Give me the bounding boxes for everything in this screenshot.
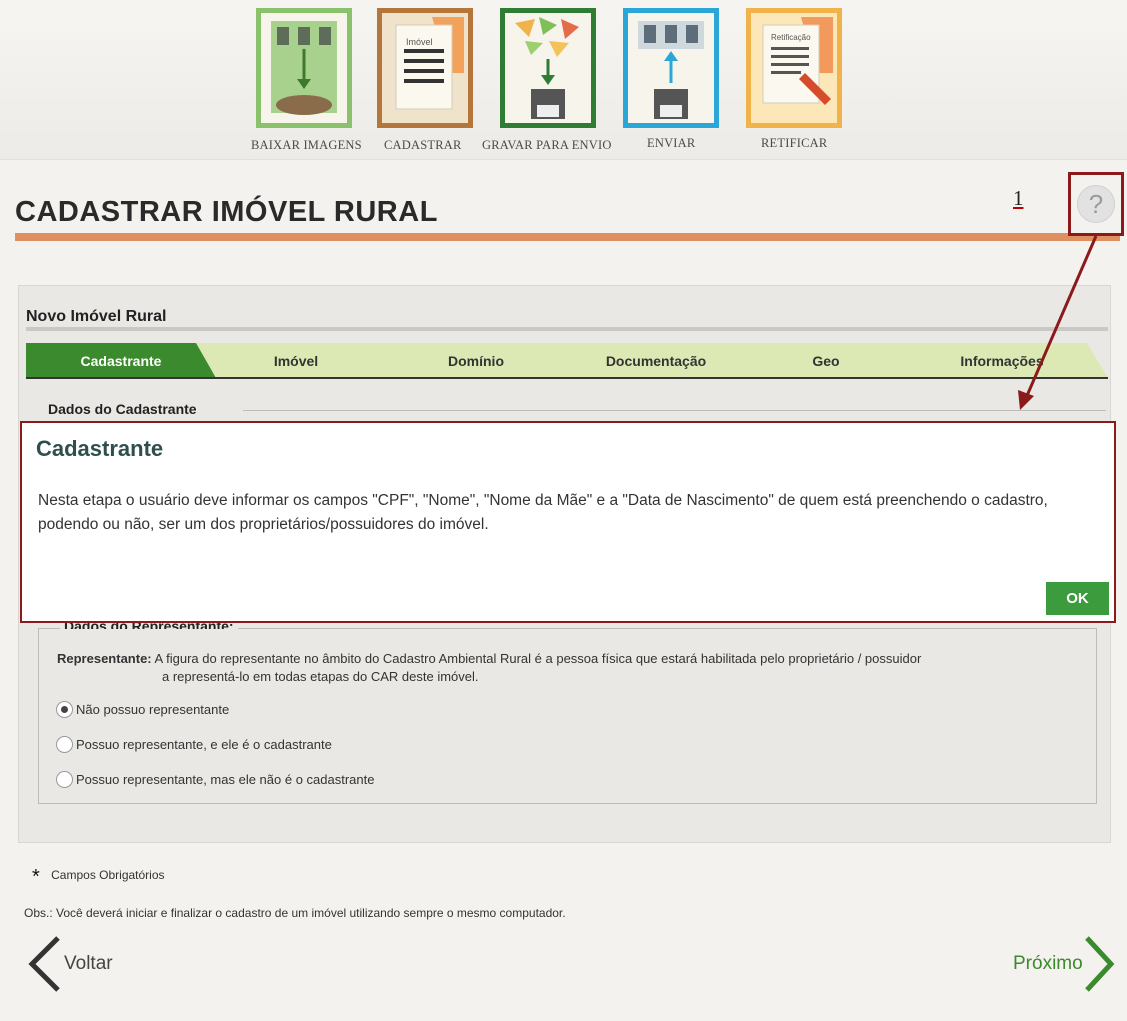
save-for-sending-label: GRAVAR PARA ENVIO [482,138,612,152]
radio-label: Possuo representante, e ele é o cadastra… [76,737,332,752]
chevron-left-icon [28,936,60,992]
tab-cadastrante[interactable]: Cadastrante [26,343,216,378]
radio-button[interactable] [56,736,73,753]
rectify-label: RETIFICAR [761,136,828,150]
page-title: CADASTRAR IMÓVEL RURAL [15,196,438,228]
back-button[interactable]: Voltar [24,934,113,994]
tabs-baseline [26,377,1108,379]
representative-label: Representante: [57,651,152,666]
download-images-icon [271,21,337,115]
tab-imovel[interactable]: Imóvel [196,343,396,378]
register-button[interactable]: Imóvel [377,8,473,128]
representative-desc-line1: A figura do representante no âmbito do C… [154,651,922,666]
dialog-title: Cadastrante [36,436,164,461]
form-title-divider [26,327,1108,331]
section-divider [243,410,1106,411]
rectify-icon [762,17,833,105]
observation-note: Obs.: Você deverá iniciar e finalizar o … [24,906,566,920]
help-icon[interactable]: ? [1077,185,1115,223]
register-property-icon [395,17,464,110]
back-label: Voltar [64,953,113,974]
radio-label: Possuo representante, mas ele não é o ca… [76,772,375,787]
save-for-sending-icon [515,17,579,119]
send-button[interactable] [623,8,719,128]
annotation-number: 1 [1013,186,1024,210]
help-dialog: Cadastrante Nesta etapa o usuário deve i… [20,421,1116,623]
tab-label: Cadastrante [80,352,162,369]
radio-representative-not-registrant[interactable]: Possuo representante, mas ele não é o ca… [56,771,374,788]
dialog-body: Nesta etapa o usuário deve informar os c… [38,492,1048,533]
form-title: Novo Imóvel Rural [26,308,167,325]
step-tabs: Cadastrante Imóvel Domínio Documentação … [26,343,1108,378]
tab-label: Imóvel [273,352,319,369]
tab-label: Informações [960,352,1044,369]
save-for-sending-button[interactable] [500,8,596,128]
representative-desc-line2: a representá-lo em todas etapas do CAR d… [162,669,479,684]
required-star: * [32,866,40,888]
send-label: ENVIAR [647,136,696,150]
top-toolbar: Imóvel Retificação BAIXAR IMAGENS CADAST… [0,0,1127,160]
radio-button-selected[interactable] [56,701,73,718]
tab-label: Geo [812,352,840,369]
radio-label: Não possuo representante [76,702,230,717]
next-label: Próximo [1013,953,1083,974]
next-button[interactable]: Próximo [1013,934,1117,994]
retificacao-caption: Retificação [771,33,811,42]
required-note: * Campos Obrigatórios [32,866,165,889]
rectify-button[interactable]: Retificação [746,8,842,128]
radio-button[interactable] [56,771,73,788]
help-button-highlight: ? [1068,172,1124,236]
section-title: Dados do Cadastrante [48,401,203,417]
ok-button[interactable]: OK [1046,582,1109,615]
chevron-right-icon [1084,936,1115,992]
tab-label: Documentação [605,352,707,369]
tab-informacoes[interactable]: Informações [896,343,1108,378]
imovel-caption: Imóvel [406,37,433,47]
title-underline [15,233,1120,241]
radio-no-representative[interactable]: Não possuo representante [56,701,229,718]
tab-geo[interactable]: Geo [726,343,926,378]
required-text: Campos Obrigatórios [51,868,165,882]
tab-label: Domínio [448,352,504,369]
register-label: CADASTRAR [384,138,462,152]
help-symbol: ? [1088,188,1104,219]
representative-description: Representante: A figura do representante… [57,650,1087,686]
download-images-button[interactable] [256,8,352,128]
send-icon [638,21,704,119]
download-images-label: BAIXAR IMAGENS [251,138,362,152]
radio-representative-is-registrant[interactable]: Possuo representante, e ele é o cadastra… [56,736,332,753]
